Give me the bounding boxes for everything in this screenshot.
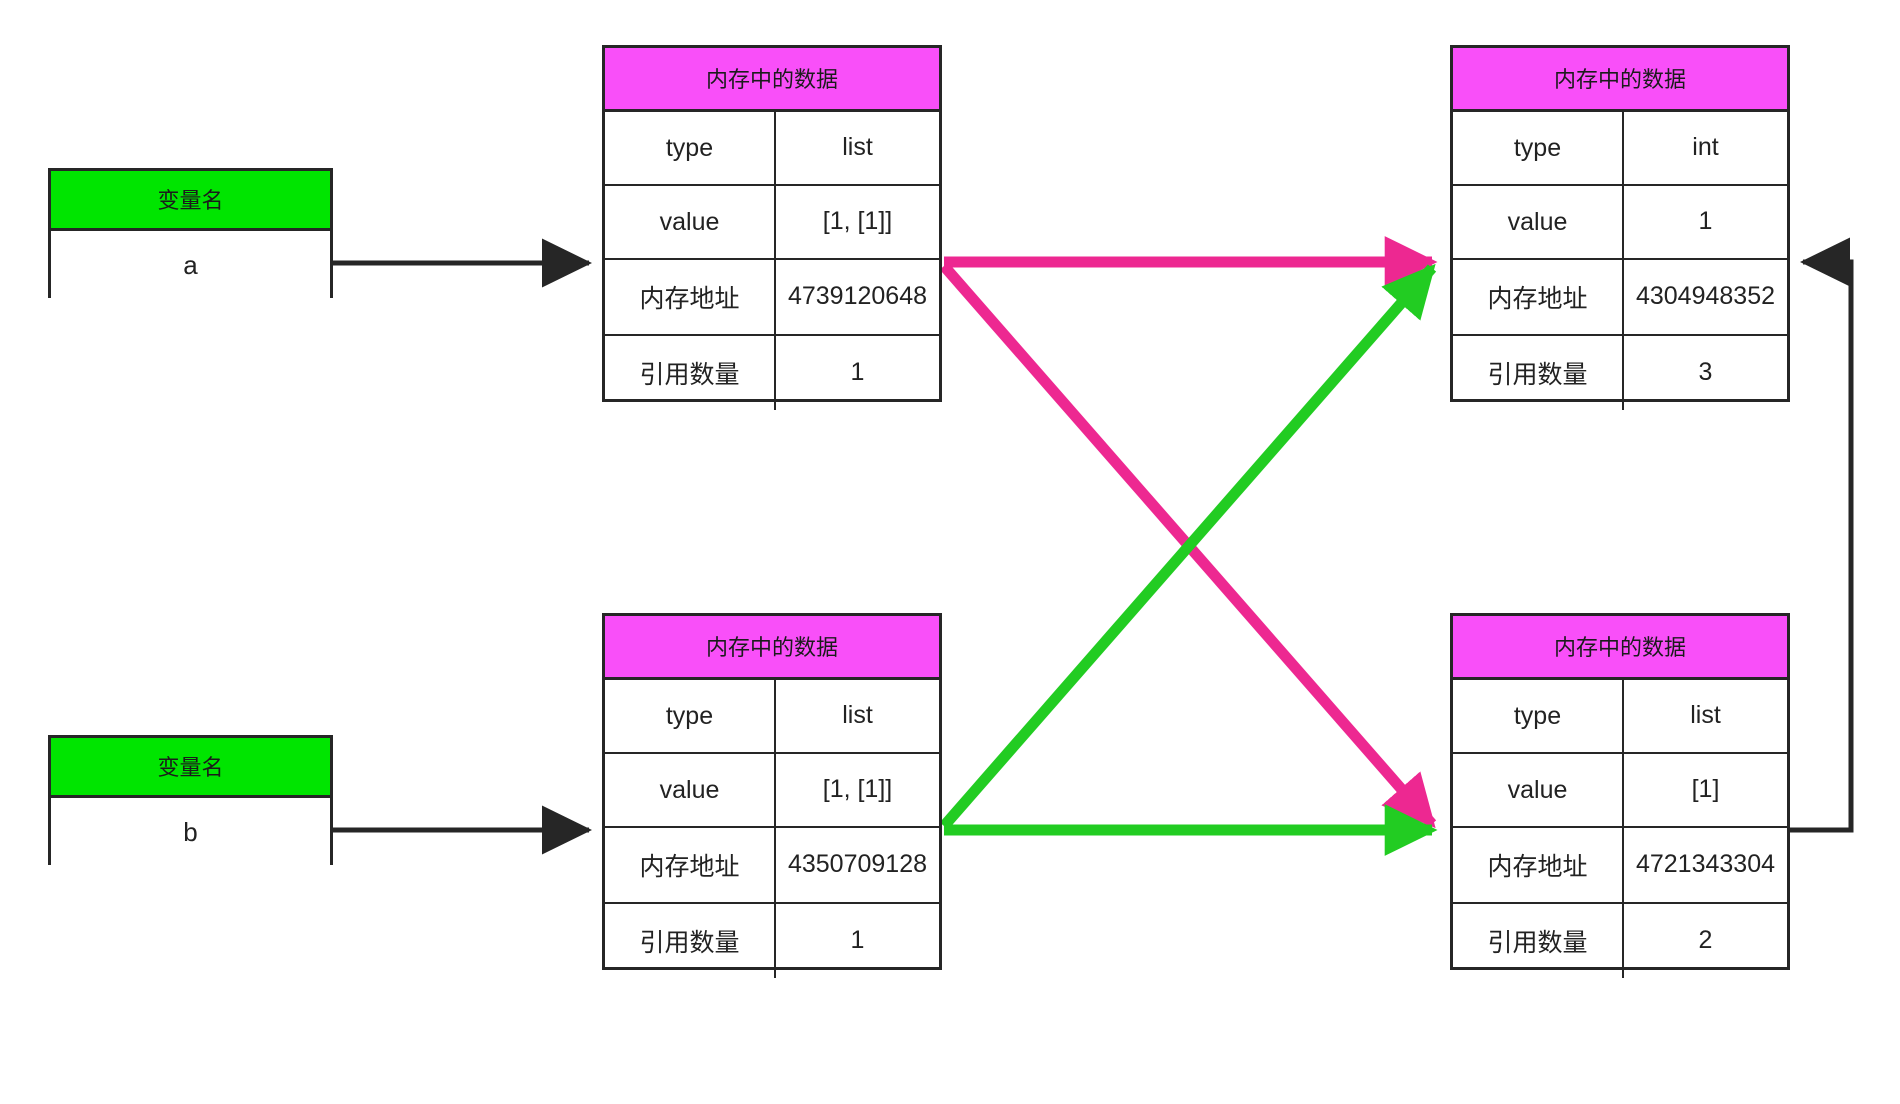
memory-row-key: type bbox=[1453, 112, 1624, 184]
memory-row-refcount: 引用数量 2 bbox=[1453, 904, 1787, 978]
memory-row-type: type int bbox=[1453, 112, 1787, 186]
memory-row-address: 内存地址 4721343304 bbox=[1453, 828, 1787, 904]
memory-row-value: int bbox=[1692, 133, 1719, 162]
variable-box-b: 变量名 b bbox=[48, 735, 333, 867]
memory-block-bottom-left: 内存中的数据 type list value [1, [1]] 内存地址 435… bbox=[602, 613, 942, 978]
memory-row-key: value bbox=[605, 754, 776, 826]
memory-row-type: type list bbox=[605, 680, 939, 754]
memory-block-bottom-right: 内存中的数据 type list value [1] 内存地址 47213433… bbox=[1450, 613, 1790, 978]
memory-row-key: 内存地址 bbox=[1453, 828, 1624, 902]
memory-row-key: 内存地址 bbox=[1453, 260, 1624, 334]
memory-row-value-field: value [1, [1]] bbox=[605, 186, 939, 260]
memory-row-value: 4350709128 bbox=[787, 850, 928, 879]
memory-row-address: 内存地址 4304948352 bbox=[1453, 260, 1787, 336]
memory-row-key: 引用数量 bbox=[605, 336, 776, 410]
memory-row-key: type bbox=[605, 680, 776, 752]
memory-row-key: type bbox=[605, 112, 776, 184]
memory-block-header: 内存中的数据 bbox=[605, 48, 939, 112]
memory-row-value: list bbox=[842, 133, 873, 162]
memory-row-refcount: 引用数量 3 bbox=[1453, 336, 1787, 410]
memory-row-address: 内存地址 4350709128 bbox=[605, 828, 939, 904]
memory-row-key: value bbox=[605, 186, 776, 258]
memory-row-key: 引用数量 bbox=[605, 904, 776, 978]
memory-row-value: [1, [1]] bbox=[822, 207, 893, 236]
memory-row-value: list bbox=[1690, 701, 1721, 730]
memory-row-value-field: value 1 bbox=[1453, 186, 1787, 260]
memory-row-value: 1 bbox=[850, 358, 865, 387]
memory-row-type: type list bbox=[1453, 680, 1787, 754]
arrow-bottomright-to-topright bbox=[1790, 237, 1854, 833]
memory-row-value: 4739120648 bbox=[787, 282, 928, 311]
memory-row-key: 引用数量 bbox=[1453, 904, 1624, 978]
memory-row-value: 1 bbox=[850, 926, 865, 955]
memory-row-key: 内存地址 bbox=[605, 828, 776, 902]
variable-box-a-name: a bbox=[51, 231, 330, 300]
memory-block-top-right: 内存中的数据 type int value 1 内存地址 4304948352 … bbox=[1450, 45, 1790, 410]
memory-row-value: [1] bbox=[1691, 775, 1720, 804]
memory-row-value: 4304948352 bbox=[1635, 282, 1776, 311]
memory-row-value: 3 bbox=[1698, 358, 1713, 387]
memory-row-value-field: value [1] bbox=[1453, 754, 1787, 828]
memory-row-value: 2 bbox=[1698, 926, 1713, 955]
memory-row-key: value bbox=[1453, 754, 1624, 826]
variable-box-b-name: b bbox=[51, 798, 330, 867]
variable-box-a-header: 变量名 bbox=[51, 171, 330, 231]
memory-row-value: [1, [1]] bbox=[822, 775, 893, 804]
memory-row-type: type list bbox=[605, 112, 939, 186]
memory-row-key: 内存地址 bbox=[605, 260, 776, 334]
memory-row-refcount: 引用数量 1 bbox=[605, 336, 939, 410]
memory-row-value-field: value [1, [1]] bbox=[605, 754, 939, 828]
memory-row-value: 4721343304 bbox=[1635, 850, 1776, 879]
memory-block-header: 内存中的数据 bbox=[1453, 616, 1787, 680]
memory-row-value: list bbox=[842, 701, 873, 730]
memory-row-refcount: 引用数量 1 bbox=[605, 904, 939, 978]
memory-row-address: 内存地址 4739120648 bbox=[605, 260, 939, 336]
memory-row-key: 引用数量 bbox=[1453, 336, 1624, 410]
variable-box-a: 变量名 a bbox=[48, 168, 333, 300]
memory-block-header: 内存中的数据 bbox=[1453, 48, 1787, 112]
memory-block-header: 内存中的数据 bbox=[605, 616, 939, 680]
memory-row-key: value bbox=[1453, 186, 1624, 258]
memory-block-top-left: 内存中的数据 type list value [1, [1]] 内存地址 473… bbox=[602, 45, 942, 410]
diagram-canvas: 变量名 a 变量名 b 内存中的数据 type list value [1, [… bbox=[0, 0, 1900, 1104]
variable-box-b-header: 变量名 bbox=[51, 738, 330, 798]
memory-row-value: 1 bbox=[1698, 207, 1713, 236]
memory-row-key: type bbox=[1453, 680, 1624, 752]
